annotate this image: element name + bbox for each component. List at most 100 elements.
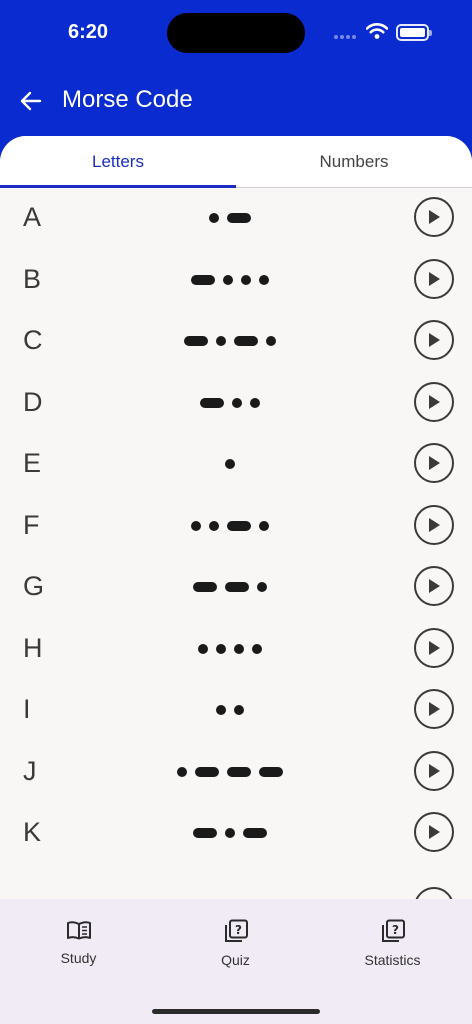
list-item: D	[0, 373, 472, 435]
morse-list: A B C D E F G H I J K	[0, 188, 472, 865]
morse-dot	[223, 274, 233, 285]
letter-label: B	[23, 263, 42, 294]
quiz-icon: ?	[224, 919, 248, 942]
play-button[interactable]	[414, 627, 454, 668]
morse-dot	[198, 643, 208, 654]
play-icon	[429, 394, 440, 409]
home-indicator	[152, 1009, 320, 1014]
tab-bar: Letters Numbers	[0, 136, 472, 188]
morse-dash	[193, 582, 217, 592]
tab-numbers[interactable]: Numbers	[236, 136, 472, 187]
morse-dot	[225, 828, 235, 838]
content-sheet: Letters Numbers A B C D E F G H I J K	[0, 136, 472, 899]
morse-code	[110, 643, 350, 655]
play-button[interactable]	[414, 443, 454, 483]
morse-dot	[259, 520, 269, 531]
play-icon	[429, 702, 440, 716]
morse-code	[110, 397, 350, 409]
letter-label: H	[23, 632, 43, 663]
morse-code	[110, 212, 350, 224]
list-item: F	[0, 496, 472, 558]
letter-label: J	[23, 755, 37, 786]
morse-dot	[234, 705, 244, 715]
back-button[interactable]	[16, 86, 46, 116]
list-item: C	[0, 311, 472, 373]
letter-label: K	[23, 817, 42, 847]
morse-dash	[227, 520, 251, 531]
dynamic-island	[167, 13, 305, 53]
nav-quiz[interactable]: ? Quiz	[157, 919, 314, 968]
morse-code	[110, 274, 350, 286]
morse-dot	[209, 520, 219, 531]
nav-statistics-label: Statistics	[364, 952, 421, 968]
morse-dot	[225, 459, 235, 469]
play-button[interactable]	[414, 197, 454, 237]
tab-letters[interactable]: Letters	[0, 136, 236, 187]
morse-code	[110, 827, 350, 839]
play-icon	[429, 456, 440, 470]
nav-study-label: Study	[60, 950, 97, 966]
play-icon	[429, 640, 440, 655]
play-button[interactable]	[414, 504, 454, 545]
arrow-left-icon	[20, 91, 42, 111]
morse-code	[110, 581, 350, 593]
morse-dash	[195, 766, 219, 777]
list-item: H	[0, 619, 472, 681]
letter-label: G	[23, 571, 45, 601]
morse-dot	[191, 520, 201, 531]
nav-study[interactable]: Study	[0, 919, 157, 966]
morse-dot	[216, 336, 226, 346]
morse-dot	[241, 274, 251, 285]
nav-statistics[interactable]: ? Statistics	[314, 919, 471, 968]
status-time: 6:20	[68, 21, 109, 43]
letter-label: D	[23, 386, 43, 417]
letter-label: C	[23, 325, 43, 355]
book-icon	[66, 921, 91, 940]
svg-text:?: ?	[392, 923, 399, 937]
morse-dash	[193, 828, 217, 838]
letter-label: I	[23, 694, 31, 724]
morse-dot	[259, 274, 269, 285]
morse-dot	[250, 397, 260, 408]
play-icon	[429, 517, 440, 532]
app-bar: Morse Code	[0, 66, 472, 136]
list-item: J	[0, 742, 472, 804]
statistics-icon: ?	[381, 919, 405, 942]
cellular-signal-icon	[334, 35, 356, 39]
status-bar: 6:20	[0, 0, 472, 66]
play-icon	[429, 579, 440, 593]
play-button[interactable]	[414, 320, 454, 360]
bottom-navigation: Study ? Quiz ? Statistics	[0, 899, 472, 1024]
play-icon	[429, 271, 440, 286]
morse-code	[110, 520, 350, 532]
svg-text:?: ?	[235, 923, 242, 937]
morse-dot	[266, 336, 276, 346]
play-icon	[429, 210, 440, 224]
letter-label: E	[23, 448, 42, 478]
morse-code	[110, 335, 350, 347]
play-button[interactable]	[414, 566, 454, 606]
play-button[interactable]	[414, 381, 454, 422]
letter-label: A	[23, 202, 42, 232]
list-item: G	[0, 557, 472, 619]
play-icon	[429, 763, 440, 778]
morse-dash	[227, 766, 251, 777]
morse-dot	[216, 643, 226, 654]
morse-code	[110, 458, 350, 470]
list-item: I	[0, 680, 472, 742]
morse-dash	[225, 582, 249, 592]
morse-dot	[209, 213, 219, 223]
list-item: A	[0, 188, 472, 250]
morse-code	[110, 704, 350, 716]
play-button[interactable]	[414, 258, 454, 299]
partial-play-button[interactable]	[414, 887, 454, 899]
list-item: B	[0, 250, 472, 312]
morse-dash	[259, 766, 283, 777]
list-item: K	[0, 803, 472, 865]
play-icon	[429, 825, 440, 839]
play-button[interactable]	[414, 750, 454, 791]
play-button[interactable]	[414, 812, 454, 852]
play-button[interactable]	[414, 689, 454, 729]
nav-quiz-label: Quiz	[221, 952, 250, 968]
list-item: E	[0, 434, 472, 496]
